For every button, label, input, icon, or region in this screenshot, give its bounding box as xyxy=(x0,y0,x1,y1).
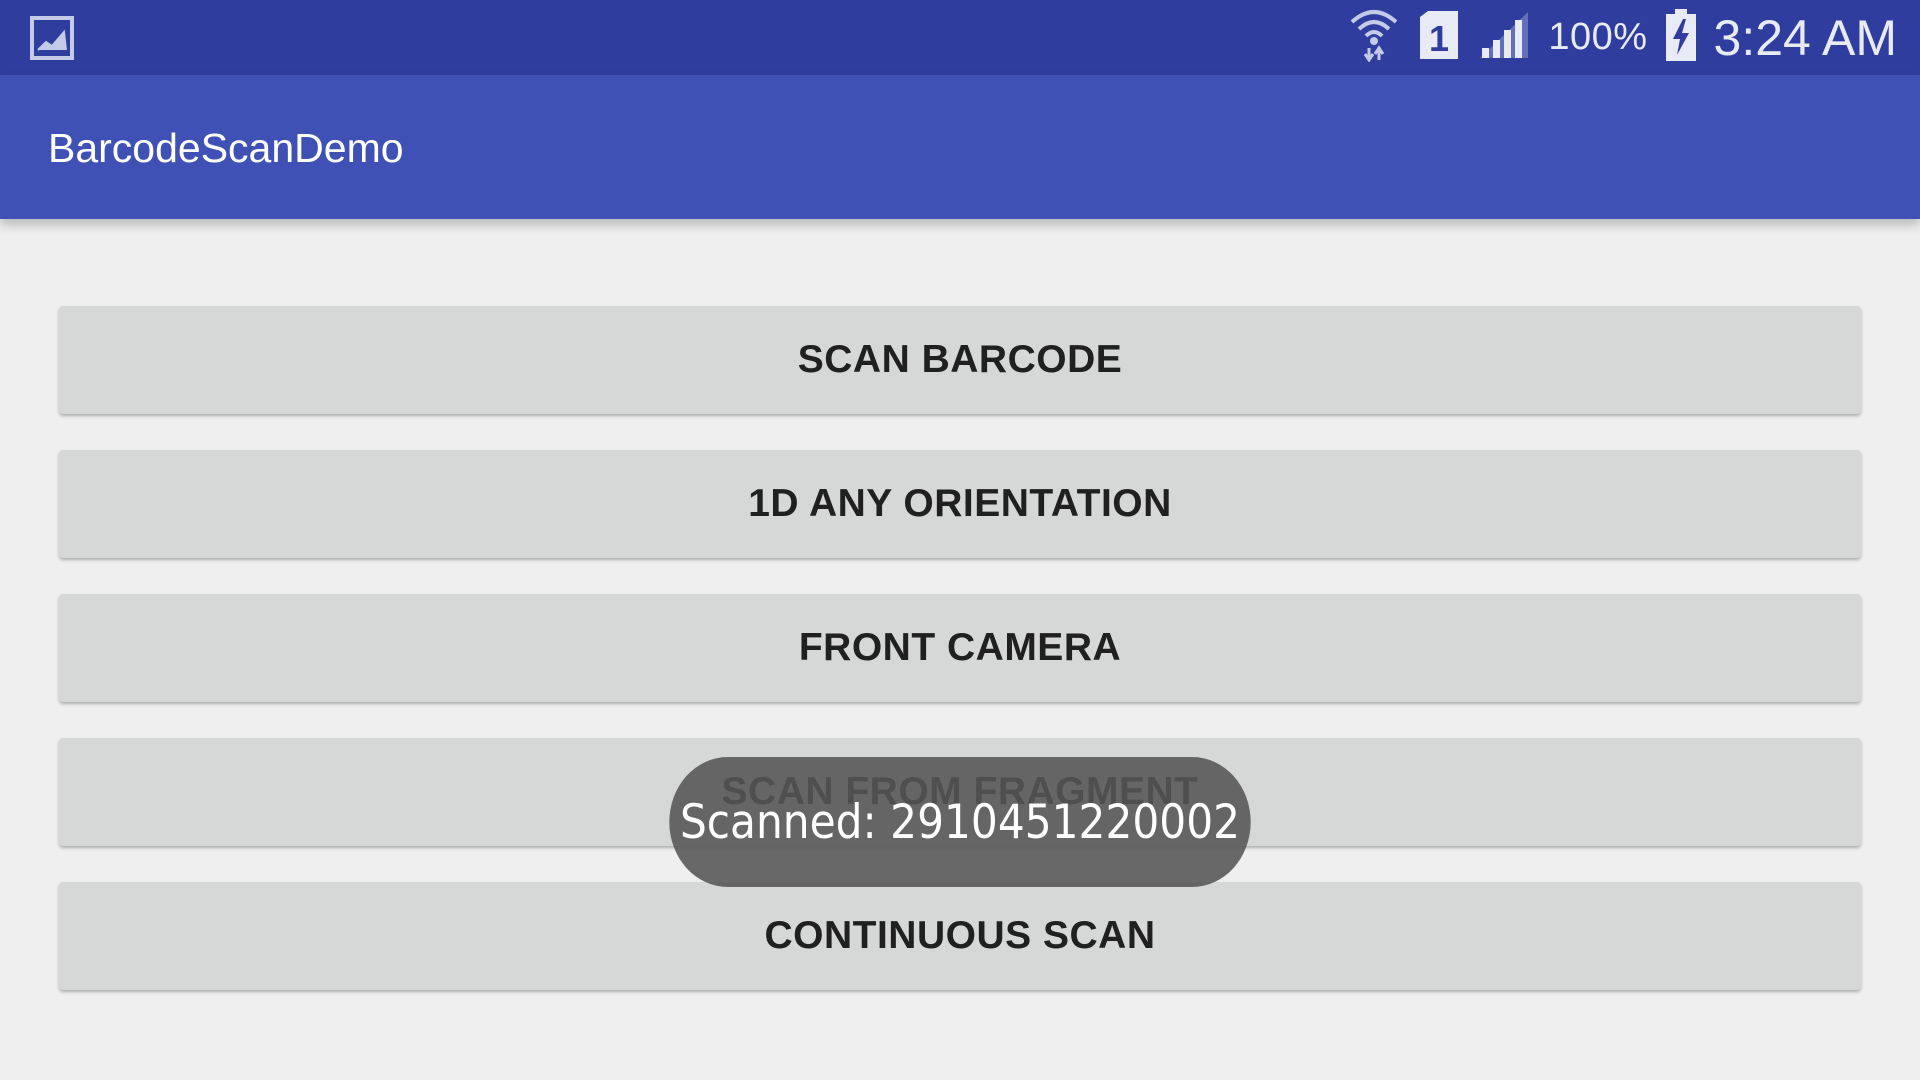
status-clock: 3:24 AM xyxy=(1713,9,1897,66)
status-bar: 1 100% 3:24 AM xyxy=(0,0,1920,75)
continuous-scan-button[interactable]: CONTINUOUS SCAN xyxy=(59,882,1861,990)
app-title: BarcodeScanDemo xyxy=(48,125,404,171)
battery-charging-icon xyxy=(1665,9,1696,66)
cell-signal-icon xyxy=(1478,10,1530,65)
sim-label: 1 xyxy=(1429,18,1449,59)
app-bar: BarcodeScanDemo xyxy=(0,75,1920,219)
sim-1-icon: 1 xyxy=(1418,11,1460,64)
button-list: SCAN BARCODE 1D ANY ORIENTATION FRONT CA… xyxy=(59,306,1861,1026)
gallery-icon xyxy=(30,16,74,60)
front-camera-button[interactable]: FRONT CAMERA xyxy=(59,594,1861,702)
scan-barcode-button[interactable]: SCAN BARCODE xyxy=(59,306,1861,414)
battery-percent: 100% xyxy=(1548,16,1648,58)
wifi-icon xyxy=(1348,8,1400,67)
1d-any-orientation-button[interactable]: 1D ANY ORIENTATION xyxy=(59,450,1861,558)
status-icons: 1 100% 3:24 AM xyxy=(1348,0,1897,75)
toast-message: Scanned: 2910451220002 xyxy=(669,757,1251,887)
